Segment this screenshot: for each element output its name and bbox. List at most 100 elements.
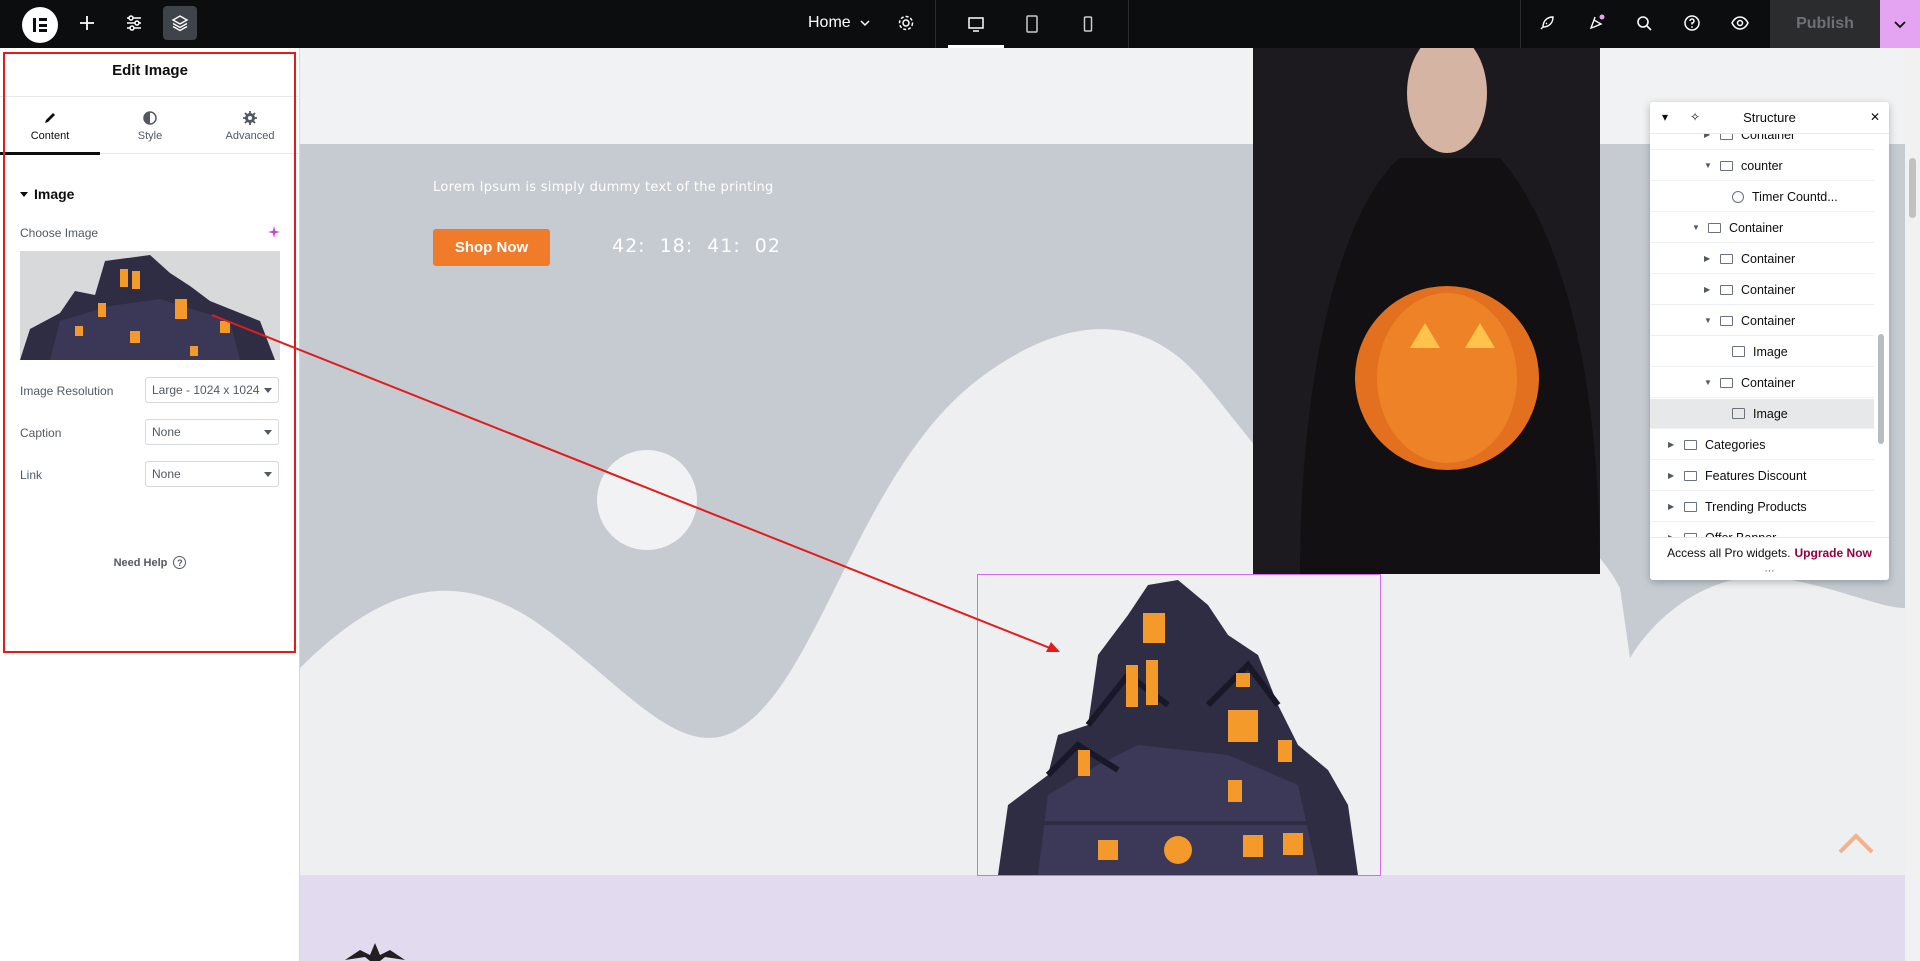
hero-subtitle: Lorem Ipsum is simply dummy text of the … xyxy=(433,180,774,195)
caret-down-icon[interactable]: ▼ xyxy=(1692,223,1702,232)
panel-tabs: Content Style Advanced xyxy=(0,96,300,155)
tab-style[interactable]: Style xyxy=(100,97,200,154)
preview-eye-icon[interactable] xyxy=(1723,6,1757,40)
structure-item[interactable]: ▼ Container xyxy=(1650,368,1874,398)
structure-item[interactable]: ▶ Container xyxy=(1650,244,1874,274)
container-icon xyxy=(1720,253,1733,264)
caret-right-icon[interactable]: ▶ xyxy=(1668,471,1678,480)
structure-item[interactable]: ▶ Features Discount xyxy=(1650,461,1874,491)
search-icon[interactable] xyxy=(1627,6,1661,40)
clock-icon xyxy=(1732,190,1744,203)
chevron-down-icon xyxy=(860,20,870,27)
structure-item-label: Categories xyxy=(1705,437,1766,452)
next-section-band xyxy=(300,875,1905,961)
tab-content-label: Content xyxy=(30,129,70,142)
half-circle-icon xyxy=(143,110,157,125)
caret-right-icon[interactable]: ▶ xyxy=(1704,134,1714,139)
structure-item[interactable]: ▶ Container xyxy=(1650,134,1874,150)
section-title: Image xyxy=(34,186,75,202)
structure-item[interactable]: ▶ Container xyxy=(1650,275,1874,305)
structure-header: ▾ ✧ Structure ✕ xyxy=(1650,102,1889,134)
caret-down-icon[interactable]: ▼ xyxy=(1704,161,1714,170)
shop-now-button[interactable]: Shop Now xyxy=(433,229,550,266)
structure-scrollbar[interactable] xyxy=(1877,142,1885,537)
caption-label: Caption xyxy=(20,426,62,440)
structure-item[interactable]: ▼ counter xyxy=(1650,151,1874,181)
image-resolution-select[interactable]: Large - 1024 x 1024 xyxy=(145,377,279,403)
caret-right-icon[interactable]: ▶ xyxy=(1668,502,1678,511)
structure-item-label: Container xyxy=(1729,220,1784,235)
caret-right-icon[interactable]: ▶ xyxy=(1704,285,1714,294)
page-selector[interactable]: Home xyxy=(808,14,871,32)
need-help-link[interactable]: Need Help ? xyxy=(0,556,300,569)
structure-item[interactable]: Timer Countd... xyxy=(1650,182,1874,212)
page-settings-gear-icon[interactable] xyxy=(889,6,923,40)
desktop-view-icon[interactable] xyxy=(948,0,1004,48)
need-help-label: Need Help xyxy=(113,556,168,569)
container-icon xyxy=(1720,160,1733,171)
structure-item-label: counter xyxy=(1741,158,1783,173)
structure-item-label: Features Discount xyxy=(1705,468,1807,483)
tab-advanced[interactable]: Advanced xyxy=(200,97,300,154)
choose-image-label: Choose Image xyxy=(20,226,99,240)
launch-rocket-icon[interactable] xyxy=(1530,6,1564,40)
image-icon xyxy=(1732,408,1745,419)
structure-promo: Access all Pro widgets. Upgrade Now xyxy=(1650,537,1889,567)
structure-scroll-thumb[interactable] xyxy=(1878,334,1884,444)
container-icon xyxy=(1720,377,1733,388)
site-settings-icon[interactable] xyxy=(117,6,151,40)
link-value: None xyxy=(152,467,181,481)
tab-content[interactable]: Content xyxy=(0,97,100,155)
structure-item-label: Timer Countd... xyxy=(1752,189,1838,204)
upgrade-now-link[interactable]: Upgrade Now xyxy=(1795,546,1872,560)
caption-select[interactable]: None xyxy=(145,419,279,445)
select-caret-icon xyxy=(264,472,272,477)
image-preview-thumbnail[interactable] xyxy=(20,251,280,360)
container-icon xyxy=(1720,315,1733,326)
promo-text: Access all Pro widgets. xyxy=(1667,545,1791,560)
structure-layers-icon[interactable] xyxy=(163,6,197,40)
structure-item[interactable]: ▶ Trending Products xyxy=(1650,492,1874,522)
image-section-toggle[interactable]: Image xyxy=(20,186,74,202)
structure-item-label: Container xyxy=(1741,251,1796,266)
select-caret-icon xyxy=(264,430,272,435)
caption-value: None xyxy=(152,425,181,439)
caret-right-icon[interactable]: ▶ xyxy=(1668,440,1678,449)
canvas-scroll-thumb[interactable] xyxy=(1909,158,1916,218)
selected-image-widget[interactable] xyxy=(977,574,1381,876)
mobile-view-icon[interactable] xyxy=(1060,0,1116,48)
structure-title: Structure xyxy=(1743,110,1796,125)
caret-down-icon xyxy=(20,192,28,197)
structure-item[interactable]: ▼ Container xyxy=(1650,213,1874,243)
page-name: Home xyxy=(808,14,851,31)
structure-item[interactable]: ▼ Container xyxy=(1650,306,1874,336)
structure-item[interactable]: Image xyxy=(1650,399,1874,429)
image-resolution-label: Image Resolution xyxy=(20,384,114,398)
structure-item[interactable]: ▶Offer Banner xyxy=(1650,523,1874,537)
image-resolution-value: Large - 1024 x 1024 xyxy=(152,383,260,397)
structure-item-label: Container xyxy=(1741,313,1796,328)
caret-down-icon[interactable]: ▼ xyxy=(1704,378,1714,387)
container-icon xyxy=(1720,284,1733,295)
container-icon xyxy=(1684,470,1697,481)
publish-button[interactable]: Publish xyxy=(1770,0,1880,48)
caret-down-icon[interactable]: ▼ xyxy=(1704,316,1714,325)
tablet-view-icon[interactable] xyxy=(1004,0,1060,48)
close-icon[interactable]: ✕ xyxy=(1870,110,1880,124)
add-element-icon[interactable] xyxy=(70,6,104,40)
help-icon[interactable] xyxy=(1675,6,1709,40)
resize-handle-icon[interactable]: ⋯ xyxy=(1650,567,1889,577)
timer-minutes: 41: xyxy=(707,235,741,257)
select-caret-icon xyxy=(264,388,272,393)
canvas-scrollbar[interactable] xyxy=(1905,48,1920,961)
link-select[interactable]: None xyxy=(145,461,279,487)
structure-item[interactable]: ▶ Categories xyxy=(1650,430,1874,460)
notifications-icon[interactable] xyxy=(1579,6,1613,40)
publish-options-chevron-icon[interactable] xyxy=(1880,0,1920,48)
tab-advanced-label: Advanced xyxy=(225,129,275,142)
back-to-top-chevron-icon[interactable] xyxy=(1838,832,1874,856)
elementor-logo-icon[interactable] xyxy=(22,7,58,43)
ai-sparkle-icon[interactable] xyxy=(268,226,280,238)
caret-right-icon[interactable]: ▶ xyxy=(1704,254,1714,263)
structure-item[interactable]: Image xyxy=(1650,337,1874,367)
